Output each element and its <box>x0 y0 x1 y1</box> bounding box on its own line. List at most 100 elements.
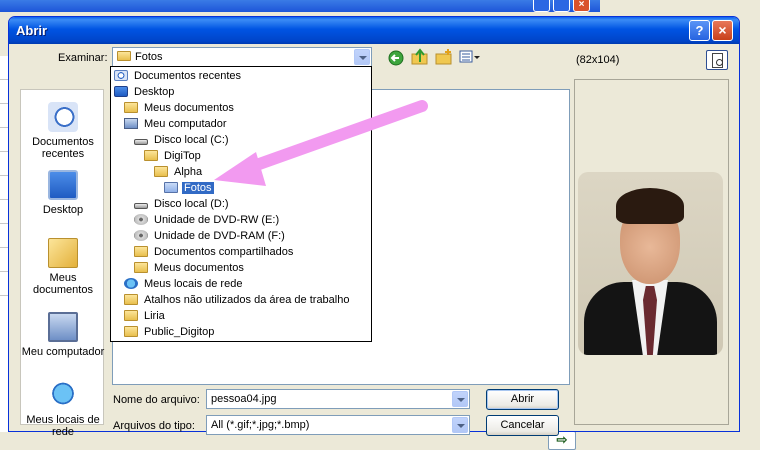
filename-value: pessoa04.jpg <box>211 393 277 405</box>
place-recent-documents[interactable]: Documentos recentes <box>21 102 105 160</box>
up-folder-icon[interactable] <box>411 48 429 66</box>
dropdown-item[interactable]: Atalhos não utilizados da área de trabal… <box>124 292 351 308</box>
dropdown-item[interactable]: Fotos <box>164 180 214 196</box>
close-button[interactable]: × <box>712 20 733 41</box>
dropdown-item-label: Meu computador <box>144 118 227 130</box>
back-icon[interactable] <box>387 49 405 67</box>
filename-label: Nome do arquivo: <box>113 394 200 406</box>
place-label: Meus documentos <box>33 272 93 296</box>
dropdown-item[interactable]: Unidade de DVD-RW (E:) <box>134 212 281 228</box>
lookin-combo[interactable]: Fotos <box>112 47 372 67</box>
recent-documents-icon <box>48 102 78 132</box>
chevron-down-icon[interactable] <box>452 417 468 433</box>
place-label: Meu computador <box>21 346 105 358</box>
folder-icon <box>134 246 148 257</box>
dropdown-item[interactable]: Disco local (C:) <box>134 132 231 148</box>
background-titlebar <box>0 0 600 12</box>
folder-icon <box>124 294 138 305</box>
open-button[interactable]: Abrir <box>486 389 559 410</box>
dropdown-item[interactable]: Desktop <box>114 84 176 100</box>
drive-icon <box>134 203 148 209</box>
dropdown-item-label: Meus documentos <box>144 102 234 114</box>
dvd-icon <box>134 230 148 241</box>
dialog-title: Abrir <box>16 23 48 38</box>
dropdown-item-label: Documentos recentes <box>134 70 241 82</box>
close-icon: × <box>718 22 727 38</box>
cancel-button[interactable]: Cancelar <box>486 415 559 436</box>
dropdown-item-label: DigiTop <box>164 150 201 162</box>
dialog-titlebar[interactable]: Abrir ? × <box>9 17 739 44</box>
dropdown-item-label: Documentos compartilhados <box>154 246 294 258</box>
preview-toggle-icon[interactable] <box>706 50 728 70</box>
place-my-documents[interactable]: Meus documentos <box>21 238 105 296</box>
dropdown-item[interactable]: Disco local (D:) <box>134 196 231 212</box>
recent-icon <box>114 70 128 81</box>
dropdown-item[interactable]: Unidade de DVD-RAM (F:) <box>134 228 287 244</box>
folder-icon <box>144 150 158 161</box>
place-desktop[interactable]: Desktop <box>21 170 105 216</box>
place-label: Desktop <box>42 204 84 216</box>
dropdown-item-label: Unidade de DVD-RAM (F:) <box>154 230 285 242</box>
folder-icon <box>124 310 138 321</box>
dropdown-item-label: Disco local (C:) <box>154 134 229 146</box>
filename-input[interactable]: pessoa04.jpg <box>206 389 470 409</box>
help-button[interactable]: ? <box>689 20 710 41</box>
place-my-computer[interactable]: Meu computador <box>21 312 105 358</box>
dropdown-item[interactable]: Alpha <box>154 164 204 180</box>
new-folder-icon[interactable] <box>435 48 453 66</box>
folder-icon <box>124 326 138 337</box>
desktop-icon <box>114 86 128 97</box>
dropdown-item[interactable]: Public_Digitop <box>124 324 216 340</box>
filetype-select[interactable]: All (*.gif;*.jpg;*.bmp) <box>206 415 470 435</box>
drive-icon <box>134 139 148 145</box>
preview-photo <box>578 172 723 355</box>
dropdown-item-label: Alpha <box>174 166 203 178</box>
folder-icon <box>134 262 148 273</box>
desktop-icon <box>48 170 78 200</box>
places-bar: Documentos recentes Desktop Meus documen… <box>20 89 105 438</box>
dropdown-item[interactable]: Documentos recentes <box>114 68 243 84</box>
dropdown-item-label: Fotos <box>182 182 214 194</box>
dropdown-item-label: Meus documentos <box>154 262 244 274</box>
dropdown-item[interactable]: Meus documentos <box>134 260 246 276</box>
dropdown-item[interactable]: Documentos compartilhados <box>134 244 295 260</box>
dropdown-item-label: Public_Digitop <box>144 326 215 338</box>
place-label: Meus locais de rede <box>26 414 100 438</box>
dropdown-item[interactable]: Meus locais de rede <box>124 276 244 292</box>
background-maximize-button[interactable] <box>553 0 570 12</box>
dropdown-item-label: Meus locais de rede <box>144 278 243 290</box>
computer-icon <box>124 118 138 129</box>
dvd-icon <box>134 214 148 225</box>
chevron-down-icon[interactable] <box>354 49 370 65</box>
dropdown-item[interactable]: Liria <box>124 308 167 324</box>
folder-icon <box>117 51 131 61</box>
help-icon: ? <box>695 23 704 38</box>
dropdown-item-label: Liria <box>144 310 165 322</box>
folder-icon <box>124 102 138 113</box>
folder-icon <box>154 166 168 177</box>
preview-pane <box>574 79 729 425</box>
dropdown-item[interactable]: DigiTop <box>144 148 203 164</box>
dropdown-item[interactable]: Meu computador <box>124 116 229 132</box>
chevron-down-icon[interactable] <box>452 391 468 407</box>
my-computer-icon <box>48 312 78 342</box>
folder-icon <box>164 182 178 193</box>
place-label: Documentos recentes <box>32 136 94 160</box>
network-icon <box>124 278 138 289</box>
filetype-value: All (*.gif;*.jpg;*.bmp) <box>211 419 310 431</box>
background-right-strip <box>740 12 760 432</box>
lookin-dropdown-list[interactable]: Documentos recentes Desktop Meus documento… <box>110 66 372 342</box>
dropdown-item-label: Atalhos não utilizados da área de trabal… <box>144 294 350 306</box>
lookin-value: Fotos <box>135 51 163 63</box>
place-network[interactable]: Meus locais de rede <box>21 380 105 438</box>
background-close-button[interactable]: × <box>573 0 590 12</box>
dropdown-item-label: Disco local (D:) <box>154 198 229 210</box>
network-places-icon <box>48 380 78 410</box>
filetype-label: Arquivos do tipo: <box>113 420 195 432</box>
background-minimize-button[interactable] <box>533 0 550 12</box>
lookin-label: Examinar: <box>58 52 108 64</box>
my-documents-icon <box>48 238 78 268</box>
dropdown-item-label: Desktop <box>134 86 175 98</box>
view-menu-icon[interactable] <box>459 49 481 65</box>
dropdown-item[interactable]: Meus documentos <box>124 100 236 116</box>
